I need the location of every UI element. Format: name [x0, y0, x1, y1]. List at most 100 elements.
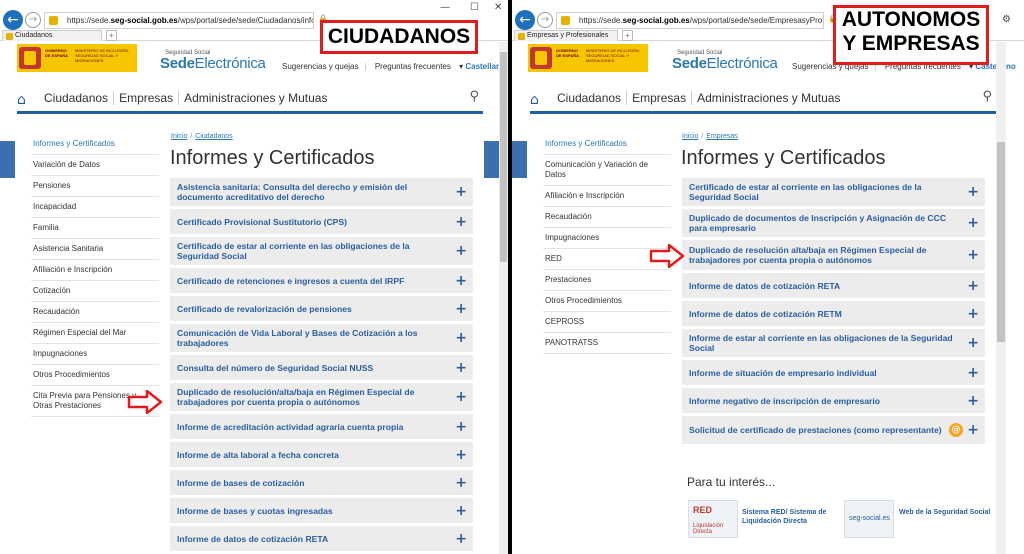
scrollbar[interactable]	[499, 42, 508, 554]
plus-icon[interactable]: +	[455, 504, 467, 518]
sidebar-item[interactable]: Otros Procedimientos	[31, 365, 159, 386]
scrollbar-thumb[interactable]	[500, 52, 507, 262]
accordion-item[interactable]: Certificado de estar al corriente en las…	[682, 178, 985, 206]
plus-icon[interactable]: +	[967, 279, 979, 293]
plus-icon[interactable]: +	[967, 423, 979, 437]
accordion-item[interactable]: Duplicado de resolución alta/baja en Rég…	[682, 240, 985, 270]
plus-icon[interactable]: +	[455, 448, 467, 462]
sidebar-item[interactable]: Afiliación e Inscripción	[31, 260, 159, 281]
accordion-item[interactable]: Informe de datos de cotización RETA +	[682, 273, 985, 298]
search-icon[interactable]: ⚲	[469, 89, 479, 104]
site-logo[interactable]: SedeElectrónica	[160, 55, 266, 72]
nav-empresas[interactable]: Empresas	[627, 91, 693, 105]
sidebar-item[interactable]: Afiliación e Inscripción	[543, 186, 671, 207]
accordion-item[interactable]: Certificado de retenciones e ingresos a …	[170, 268, 473, 293]
url-field[interactable]: https://sede.seg-social.gob.es/wps/porta…	[44, 12, 314, 29]
forward-arrow-icon[interactable]: →	[25, 12, 41, 28]
plus-icon[interactable]: +	[455, 331, 467, 345]
close-icon[interactable]: ✕	[494, 2, 502, 13]
plus-icon[interactable]: +	[455, 215, 467, 229]
scrollbar-thumb[interactable]	[997, 142, 1005, 342]
accordion-item[interactable]: Informe de situación de empresario indiv…	[682, 360, 985, 385]
plus-icon[interactable]: +	[967, 394, 979, 408]
breadcrumb-current[interactable]: Ciudadanos	[195, 133, 232, 140]
accordion-item[interactable]: Comunicación de Vida Laboral y Bases de …	[170, 324, 473, 352]
plus-icon[interactable]: +	[455, 185, 467, 199]
sidebar-item[interactable]: CEPROSS	[543, 312, 671, 333]
home-icon[interactable]: ⌂	[17, 92, 26, 108]
plus-icon[interactable]: +	[455, 302, 467, 316]
seg-social-web-link[interactable]: Web de la Seguridad Social	[899, 508, 999, 517]
maximize-icon[interactable]: ☐	[470, 2, 479, 13]
help-icon[interactable]: @	[949, 423, 963, 437]
plus-icon[interactable]: +	[967, 248, 979, 262]
accordion-item[interactable]: Informe de estar al corriente en las obl…	[682, 329, 985, 357]
sidebar-item[interactable]: Asistencia Sanitaria	[31, 239, 159, 260]
plus-icon[interactable]: +	[967, 336, 979, 350]
sidebar-item[interactable]: Recaudación	[543, 207, 671, 228]
nav-administraciones[interactable]: Administraciones y Mutuas	[179, 91, 332, 105]
plus-icon[interactable]: +	[967, 307, 979, 321]
plus-icon[interactable]: +	[967, 366, 979, 380]
plus-icon[interactable]: +	[455, 274, 467, 288]
forward-arrow-icon[interactable]: →	[537, 12, 553, 28]
sidebar-item[interactable]: Informes y Certificados	[543, 134, 671, 155]
nav-ciudadanos[interactable]: Ciudadanos	[552, 91, 628, 105]
sidebar-item[interactable]: Cotización	[31, 281, 159, 302]
sidebar-item[interactable]: Familia	[31, 218, 159, 239]
nav-ciudadanos[interactable]: Ciudadanos	[39, 91, 115, 105]
government-logo[interactable]: GOBIERNO DE ESPAÑA MINISTERIO DE INCLUSI…	[528, 44, 648, 72]
plus-icon[interactable]: +	[455, 532, 467, 546]
accordion-item[interactable]: Informe de datos de cotización RETA +	[170, 526, 473, 551]
accordion-item[interactable]: Informe de datos de cotización RETM +	[682, 301, 985, 326]
breadcrumb-inicio[interactable]: Inicio	[171, 133, 187, 140]
new-tab-button[interactable]: +	[106, 30, 117, 41]
sidebar-item[interactable]: Informes y Certificados	[31, 134, 159, 155]
scrollbar[interactable]	[996, 42, 1006, 554]
sidebar-item[interactable]: Otros Procedimientos	[543, 291, 671, 312]
nav-empresas[interactable]: Empresas	[114, 91, 180, 105]
accordion-item[interactable]: Informe de bases y cuotas ingresadas +	[170, 498, 473, 523]
plus-icon[interactable]: +	[455, 244, 467, 258]
accordion-item[interactable]: Solicitud de certificado de prestaciones…	[682, 416, 985, 444]
sidebar-item[interactable]: PANOTRATSS	[543, 333, 671, 354]
accordion-item[interactable]: Informe negativo de inscripción de empre…	[682, 388, 985, 413]
tab-empresas[interactable]: Empresas y Profesionales	[514, 30, 618, 41]
accordion-item[interactable]: Consulta del número de Seguridad Social …	[170, 355, 473, 380]
sidebar-item[interactable]: Variación de Datos	[31, 155, 159, 176]
sidebar-item[interactable]: Impugnaciones	[31, 344, 159, 365]
plus-icon[interactable]: +	[967, 216, 979, 230]
accordion-item[interactable]: Informe de bases de cotización +	[170, 470, 473, 495]
plus-icon[interactable]: +	[455, 361, 467, 375]
plus-icon[interactable]: +	[967, 185, 979, 199]
settings-gear-icon[interactable]: ⚙	[1002, 14, 1011, 25]
accordion-item[interactable]: Certificado de estar al corriente en las…	[170, 237, 473, 265]
search-icon[interactable]: ⚲	[982, 89, 992, 104]
url-field[interactable]: https://sede.seg-social.gob.es/wps/porta…	[556, 12, 824, 29]
minimize-icon[interactable]: —	[440, 2, 450, 13]
sidebar-item[interactable]: Comunicación y Variación de Datos	[543, 155, 671, 186]
accordion-item[interactable]: Certificado de revalorización de pension…	[170, 296, 473, 321]
accordion-item[interactable]: Asistencia sanitaria: Consulta del derec…	[170, 178, 473, 206]
back-arrow-icon[interactable]: ←	[515, 10, 535, 30]
red-system-logo[interactable]: RED Liquidación Directa	[688, 500, 738, 538]
accordion-item[interactable]: Informe de alta laboral a fecha concreta…	[170, 442, 473, 467]
red-system-link[interactable]: Sistema RED/ Sistema de Liquidación Dire…	[742, 508, 832, 526]
sidebar-item[interactable]: Recaudación	[31, 302, 159, 323]
accordion-item[interactable]: Duplicado de documentos de Inscripción y…	[682, 209, 985, 237]
sidebar-item[interactable]: Prestaciones	[543, 270, 671, 291]
breadcrumb-inicio[interactable]: Inicio	[682, 133, 698, 140]
new-tab-button[interactable]: +	[622, 30, 633, 41]
faq-link[interactable]: Preguntas frecuentes	[375, 62, 451, 71]
sidebar-item[interactable]: Régimen Especial del Mar	[31, 323, 159, 344]
tab-ciudadanos[interactable]: Ciudadanos	[2, 30, 102, 41]
accordion-item[interactable]: Informe de acreditación actividad agrari…	[170, 414, 473, 439]
sidebar-item[interactable]: Pensiones	[31, 176, 159, 197]
sidebar-item[interactable]: Incapacidad	[31, 197, 159, 218]
plus-icon[interactable]: +	[455, 390, 467, 404]
plus-icon[interactable]: +	[455, 476, 467, 490]
back-arrow-icon[interactable]: ←	[3, 10, 23, 30]
plus-icon[interactable]: +	[455, 420, 467, 434]
accordion-item[interactable]: Certificado Provisional Sustitutorio (CP…	[170, 209, 473, 234]
government-logo[interactable]: GOBIERNO DE ESPAÑA MINISTERIO DE INCLUSI…	[17, 44, 137, 72]
